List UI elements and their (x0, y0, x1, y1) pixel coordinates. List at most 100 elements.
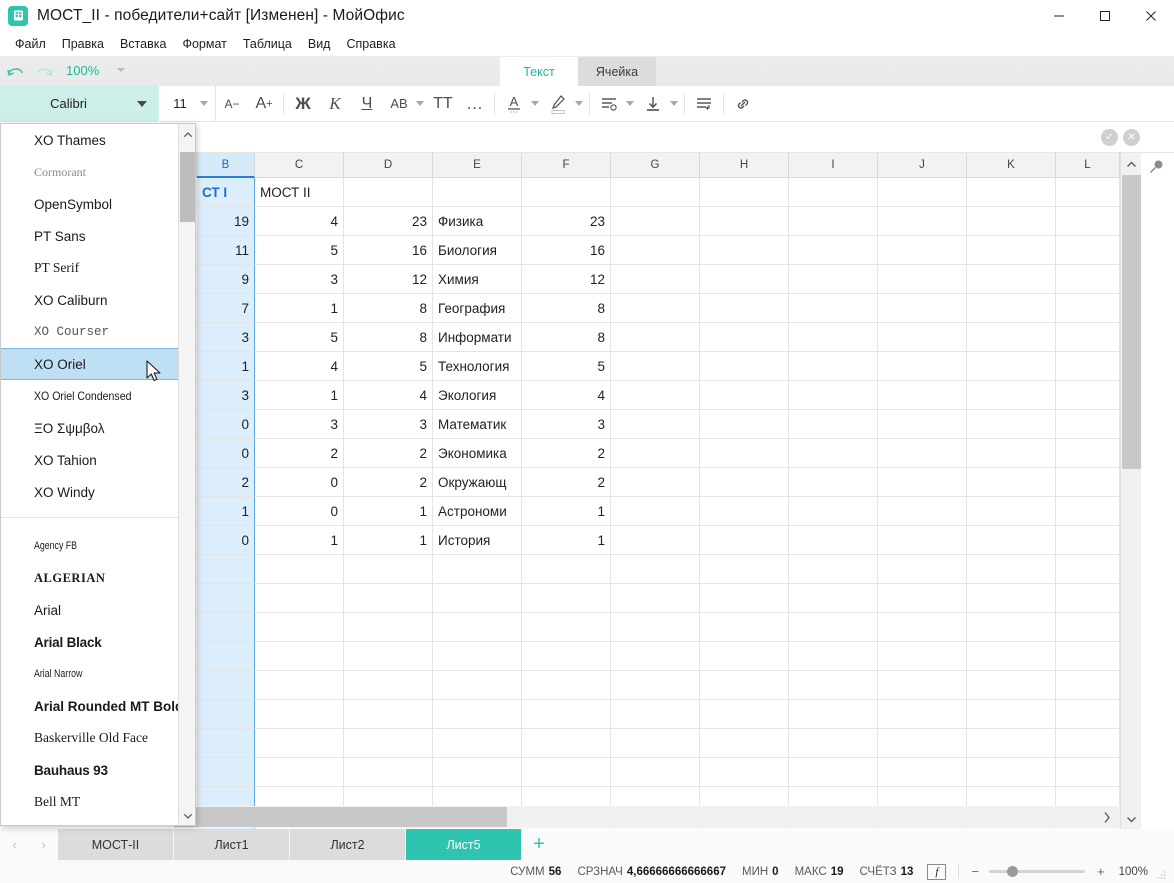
tab-cell[interactable]: Ячейка (578, 57, 656, 86)
cell-E9[interactable]: Математик (433, 410, 522, 439)
resize-grip-icon[interactable] (1156, 867, 1166, 879)
font-list-scroll-thumb[interactable] (180, 152, 195, 222)
cell-L5[interactable] (1056, 294, 1120, 323)
cell-D4[interactable]: 12 (344, 265, 433, 294)
cell-H5[interactable] (700, 294, 789, 323)
redo-icon[interactable] (32, 61, 56, 83)
menu-file[interactable]: Файл (7, 34, 54, 54)
vertical-scroll-thumb[interactable] (1122, 175, 1141, 469)
highlight-color-button[interactable] (542, 86, 574, 122)
cell-K8[interactable] (967, 381, 1056, 410)
font-option-arial-black[interactable]: Arial Black (1, 626, 179, 658)
cell-E21[interactable] (433, 758, 522, 787)
scroll-down-icon[interactable] (1121, 808, 1142, 830)
cell-I21[interactable] (789, 758, 878, 787)
cell-F3[interactable]: 16 (522, 236, 611, 265)
cell-H21[interactable] (700, 758, 789, 787)
cell-L10[interactable] (1056, 439, 1120, 468)
cell-C1[interactable]: МОСТ II (255, 178, 344, 207)
cell-I13[interactable] (789, 526, 878, 555)
cell-G7[interactable] (611, 352, 700, 381)
font-option-baskerville-old-face[interactable]: Baskerville Old Face (1, 722, 179, 754)
maximize-button[interactable] (1082, 0, 1128, 31)
cell-F14[interactable] (522, 555, 611, 584)
cell-H19[interactable] (700, 700, 789, 729)
cell-C15[interactable] (255, 584, 344, 613)
cell-H7[interactable] (700, 352, 789, 381)
zoom-slider-knob[interactable] (1006, 866, 1018, 877)
cell-B4[interactable]: 9 (197, 265, 255, 294)
cell-K11[interactable] (967, 468, 1056, 497)
zoom-in-button[interactable]: + (1097, 864, 1105, 879)
function-icon[interactable]: f (927, 863, 947, 880)
cell-D5[interactable]: 8 (344, 294, 433, 323)
add-sheet-button[interactable]: + (522, 829, 556, 860)
cell-B14[interactable] (197, 555, 255, 584)
cell-F21[interactable] (522, 758, 611, 787)
cell-F9[interactable]: 3 (522, 410, 611, 439)
cell-K17[interactable] (967, 642, 1056, 671)
cell-F12[interactable]: 1 (522, 497, 611, 526)
cell-D12[interactable]: 1 (344, 497, 433, 526)
wrap-text-button[interactable] (688, 86, 720, 122)
column-header-b[interactable]: B (197, 153, 255, 178)
cell-C6[interactable]: 5 (255, 323, 344, 352)
menu-table[interactable]: Таблица (235, 34, 300, 54)
cell-C19[interactable] (255, 700, 344, 729)
cell-K19[interactable] (967, 700, 1056, 729)
cell-E13[interactable]: История (433, 526, 522, 555)
undo-icon[interactable] (4, 61, 28, 83)
cell-J2[interactable] (878, 207, 967, 236)
cell-I12[interactable] (789, 497, 878, 526)
cell-G12[interactable] (611, 497, 700, 526)
cell-K3[interactable] (967, 236, 1056, 265)
cell-K18[interactable] (967, 671, 1056, 700)
cell-D11[interactable]: 2 (344, 468, 433, 497)
cell-L15[interactable] (1056, 584, 1120, 613)
cell-K12[interactable] (967, 497, 1056, 526)
cell-B10[interactable]: 0 (197, 439, 255, 468)
cell-D20[interactable] (344, 729, 433, 758)
cell-H2[interactable] (700, 207, 789, 236)
column-header-j[interactable]: J (878, 153, 967, 178)
chevron-down-icon[interactable] (575, 101, 583, 106)
cell-K14[interactable] (967, 555, 1056, 584)
cell-G10[interactable] (611, 439, 700, 468)
cell-B19[interactable] (197, 700, 255, 729)
underline-button[interactable]: Ч (351, 86, 383, 122)
cell-L2[interactable] (1056, 207, 1120, 236)
cell-C21[interactable] (255, 758, 344, 787)
cell-I3[interactable] (789, 236, 878, 265)
cell-D8[interactable]: 4 (344, 381, 433, 410)
cell-C10[interactable]: 2 (255, 439, 344, 468)
cell-J21[interactable] (878, 758, 967, 787)
column-header-g[interactable]: G (611, 153, 700, 178)
allcaps-button[interactable]: TT (427, 86, 459, 122)
cell-B3[interactable]: 11 (197, 236, 255, 265)
font-list-scroll-up-icon[interactable] (179, 126, 195, 144)
column-header-h[interactable]: H (700, 153, 789, 178)
cell-H20[interactable] (700, 729, 789, 758)
cell-E12[interactable]: Астрономи (433, 497, 522, 526)
cell-B18[interactable] (197, 671, 255, 700)
cell-F13[interactable]: 1 (522, 526, 611, 555)
cell-D13[interactable]: 1 (344, 526, 433, 555)
cell-K15[interactable] (967, 584, 1056, 613)
cell-H8[interactable] (700, 381, 789, 410)
cell-I19[interactable] (789, 700, 878, 729)
cell-K20[interactable] (967, 729, 1056, 758)
cell-C4[interactable]: 3 (255, 265, 344, 294)
cell-E6[interactable]: Информати (433, 323, 522, 352)
cell-D2[interactable]: 23 (344, 207, 433, 236)
cell-D9[interactable]: 3 (344, 410, 433, 439)
cell-B20[interactable] (197, 729, 255, 758)
cell-G15[interactable] (611, 584, 700, 613)
font-option-xo-caliburn[interactable]: XO Caliburn (1, 284, 179, 316)
cell-L12[interactable] (1056, 497, 1120, 526)
cell-K4[interactable] (967, 265, 1056, 294)
cell-D14[interactable] (344, 555, 433, 584)
cell-G19[interactable] (611, 700, 700, 729)
column-header-l[interactable]: L (1056, 153, 1120, 178)
chevron-down-icon[interactable] (531, 101, 539, 106)
cell-F2[interactable]: 23 (522, 207, 611, 236)
